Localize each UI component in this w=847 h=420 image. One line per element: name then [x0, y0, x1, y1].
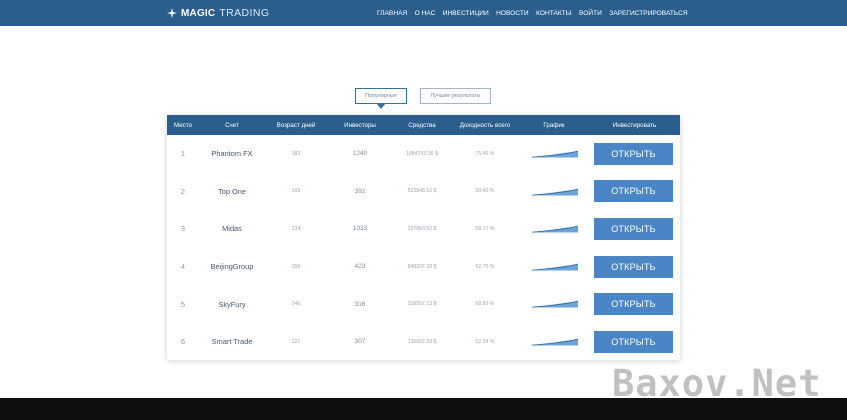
- logo-text-thin: TRADING: [219, 7, 270, 19]
- growth-chart-sparkline: [532, 338, 578, 346]
- nav-link-news[interactable]: НОВОСТИ: [496, 10, 529, 17]
- table-row: 1 Phantom FX 183 1240 1084753.36 $ 75.46 % ОТК…: [167, 135, 680, 173]
- cell-yield: 59.89 %: [475, 301, 495, 308]
- nav-link-register[interactable]: ЗАРЕГИСТРИРОВАТЬСЯ: [609, 10, 687, 17]
- cell-investors: 423: [354, 263, 366, 271]
- cell-age: 169: [291, 188, 301, 195]
- cell-funds: 337863.52 $: [407, 225, 437, 232]
- watermark-text: Baxov.Net: [612, 362, 822, 405]
- growth-chart-sparkline: [532, 188, 578, 196]
- tab-best-results[interactable]: Лучшие результаты: [420, 88, 491, 104]
- cell-funds: 522848.12 $: [407, 188, 437, 195]
- col-header-yield: Доходность всего: [459, 121, 511, 129]
- cell-yield: 75.46 %: [475, 150, 495, 157]
- main-nav: ГЛАВНАЯ О НАС ИНВЕСТИЦИИ НОВОСТИ КОНТАКТ…: [377, 0, 695, 26]
- cell-funds: 843227.28 $: [407, 263, 437, 270]
- col-header-place: Место: [174, 121, 192, 129]
- top-navbar: MAGIC TRADING ГЛАВНАЯ О НАС ИНВЕСТИЦИИ Н…: [0, 0, 847, 26]
- cell-age: 146: [291, 301, 301, 308]
- nav-link-investments[interactable]: ИНВЕСТИЦИИ: [443, 10, 489, 17]
- cell-place: 5: [180, 299, 186, 309]
- cell-place: 6: [180, 337, 186, 347]
- cell-account-name: Midas: [222, 224, 242, 234]
- growth-chart-sparkline: [532, 225, 578, 233]
- active-tab-caret-icon: [376, 103, 386, 109]
- growth-chart-sparkline: [532, 263, 578, 271]
- cell-yield: 52.34 %: [475, 338, 495, 345]
- open-account-button[interactable]: ОТКРЫТЬ: [594, 217, 673, 240]
- cell-place: 3: [180, 224, 186, 234]
- cell-funds: 1084753.36 $: [406, 150, 438, 157]
- col-header-chart: График: [543, 121, 565, 129]
- ratings-table: Место Счет Возраст дней Инвесторы Средст…: [167, 115, 680, 360]
- brand-logo[interactable]: MAGIC TRADING: [167, 5, 269, 21]
- cell-age: 121: [291, 338, 301, 345]
- cell-account-name: Phantom FX: [211, 149, 253, 159]
- cell-investors: 307: [354, 338, 366, 346]
- cell-investors: 392: [354, 187, 366, 195]
- cell-investors: 316: [354, 300, 366, 308]
- table-row: 4 BeijingGroup 156 423 843227.28 $ 62.75 % ОТК…: [167, 248, 680, 286]
- cell-yield: 69.40 %: [475, 188, 495, 195]
- open-account-button[interactable]: ОТКРЫТЬ: [594, 330, 673, 353]
- col-header-age: Возраст дней: [276, 121, 316, 129]
- col-header-investors: Инвесторы: [344, 121, 376, 129]
- growth-chart-sparkline: [532, 150, 578, 158]
- nav-link-login[interactable]: ВОЙТИ: [579, 10, 602, 17]
- cell-place: 4: [180, 262, 186, 272]
- open-account-button[interactable]: ОТКРЫТЬ: [594, 293, 673, 316]
- tab-popular[interactable]: Популярные: [355, 88, 407, 104]
- col-header-account: Счет: [225, 121, 239, 129]
- cell-account-name: BeijingGroup: [210, 262, 254, 272]
- cell-account-name: Top One: [218, 186, 246, 196]
- table-header: Место Счет Возраст дней Инвесторы Средст…: [167, 115, 680, 135]
- cell-funds: 339957.13 $: [407, 301, 437, 308]
- col-header-invest: Инвестировать: [612, 121, 657, 129]
- cell-investors: 1240: [352, 150, 368, 158]
- cell-age: 183: [291, 150, 301, 157]
- open-account-button[interactable]: ОТКРЫТЬ: [594, 142, 673, 165]
- growth-chart-sparkline: [532, 301, 578, 308]
- table-row: 6 Smart Trade 121 307 130667.53 $ 52.34 % ОТКР…: [167, 323, 680, 361]
- open-account-button[interactable]: ОТКРЫТЬ: [594, 255, 673, 278]
- table-row: 2 Top One 169 392 522848.12 $ 69.40 % ОТКРЫТЬ: [167, 173, 680, 211]
- cell-age: 156: [291, 263, 301, 270]
- cell-place: 1: [180, 149, 186, 159]
- cell-account-name: Smart Trade: [211, 337, 253, 347]
- open-account-button[interactable]: ОТКРЫТЬ: [594, 180, 673, 203]
- table-row: 5 SkyFury 146 316 339957.13 $ 59.89 % ОТКРЫТЬ: [167, 285, 680, 323]
- nav-link-contacts[interactable]: КОНТАКТЫ: [536, 10, 572, 17]
- col-header-funds: Средства: [408, 121, 436, 129]
- nav-link-home[interactable]: ГЛАВНАЯ: [377, 10, 407, 17]
- cell-yield: 58.17 %: [475, 225, 495, 232]
- sparkle-logo-icon: [167, 8, 177, 18]
- cell-account-name: SkyFury: [218, 299, 246, 309]
- cell-investors: 1033: [352, 225, 368, 233]
- nav-link-about[interactable]: О НАС: [415, 10, 436, 17]
- cell-funds: 130667.53 $: [407, 338, 437, 345]
- table-row: 3 Midas 134 1033 337863.52 $ 58.17 % ОТКРЫТЬ: [167, 210, 680, 248]
- logo-text-bold: MAGIC: [181, 7, 216, 19]
- cell-age: 134: [291, 225, 301, 232]
- cell-place: 2: [180, 186, 186, 196]
- cell-yield: 62.75 %: [475, 263, 495, 270]
